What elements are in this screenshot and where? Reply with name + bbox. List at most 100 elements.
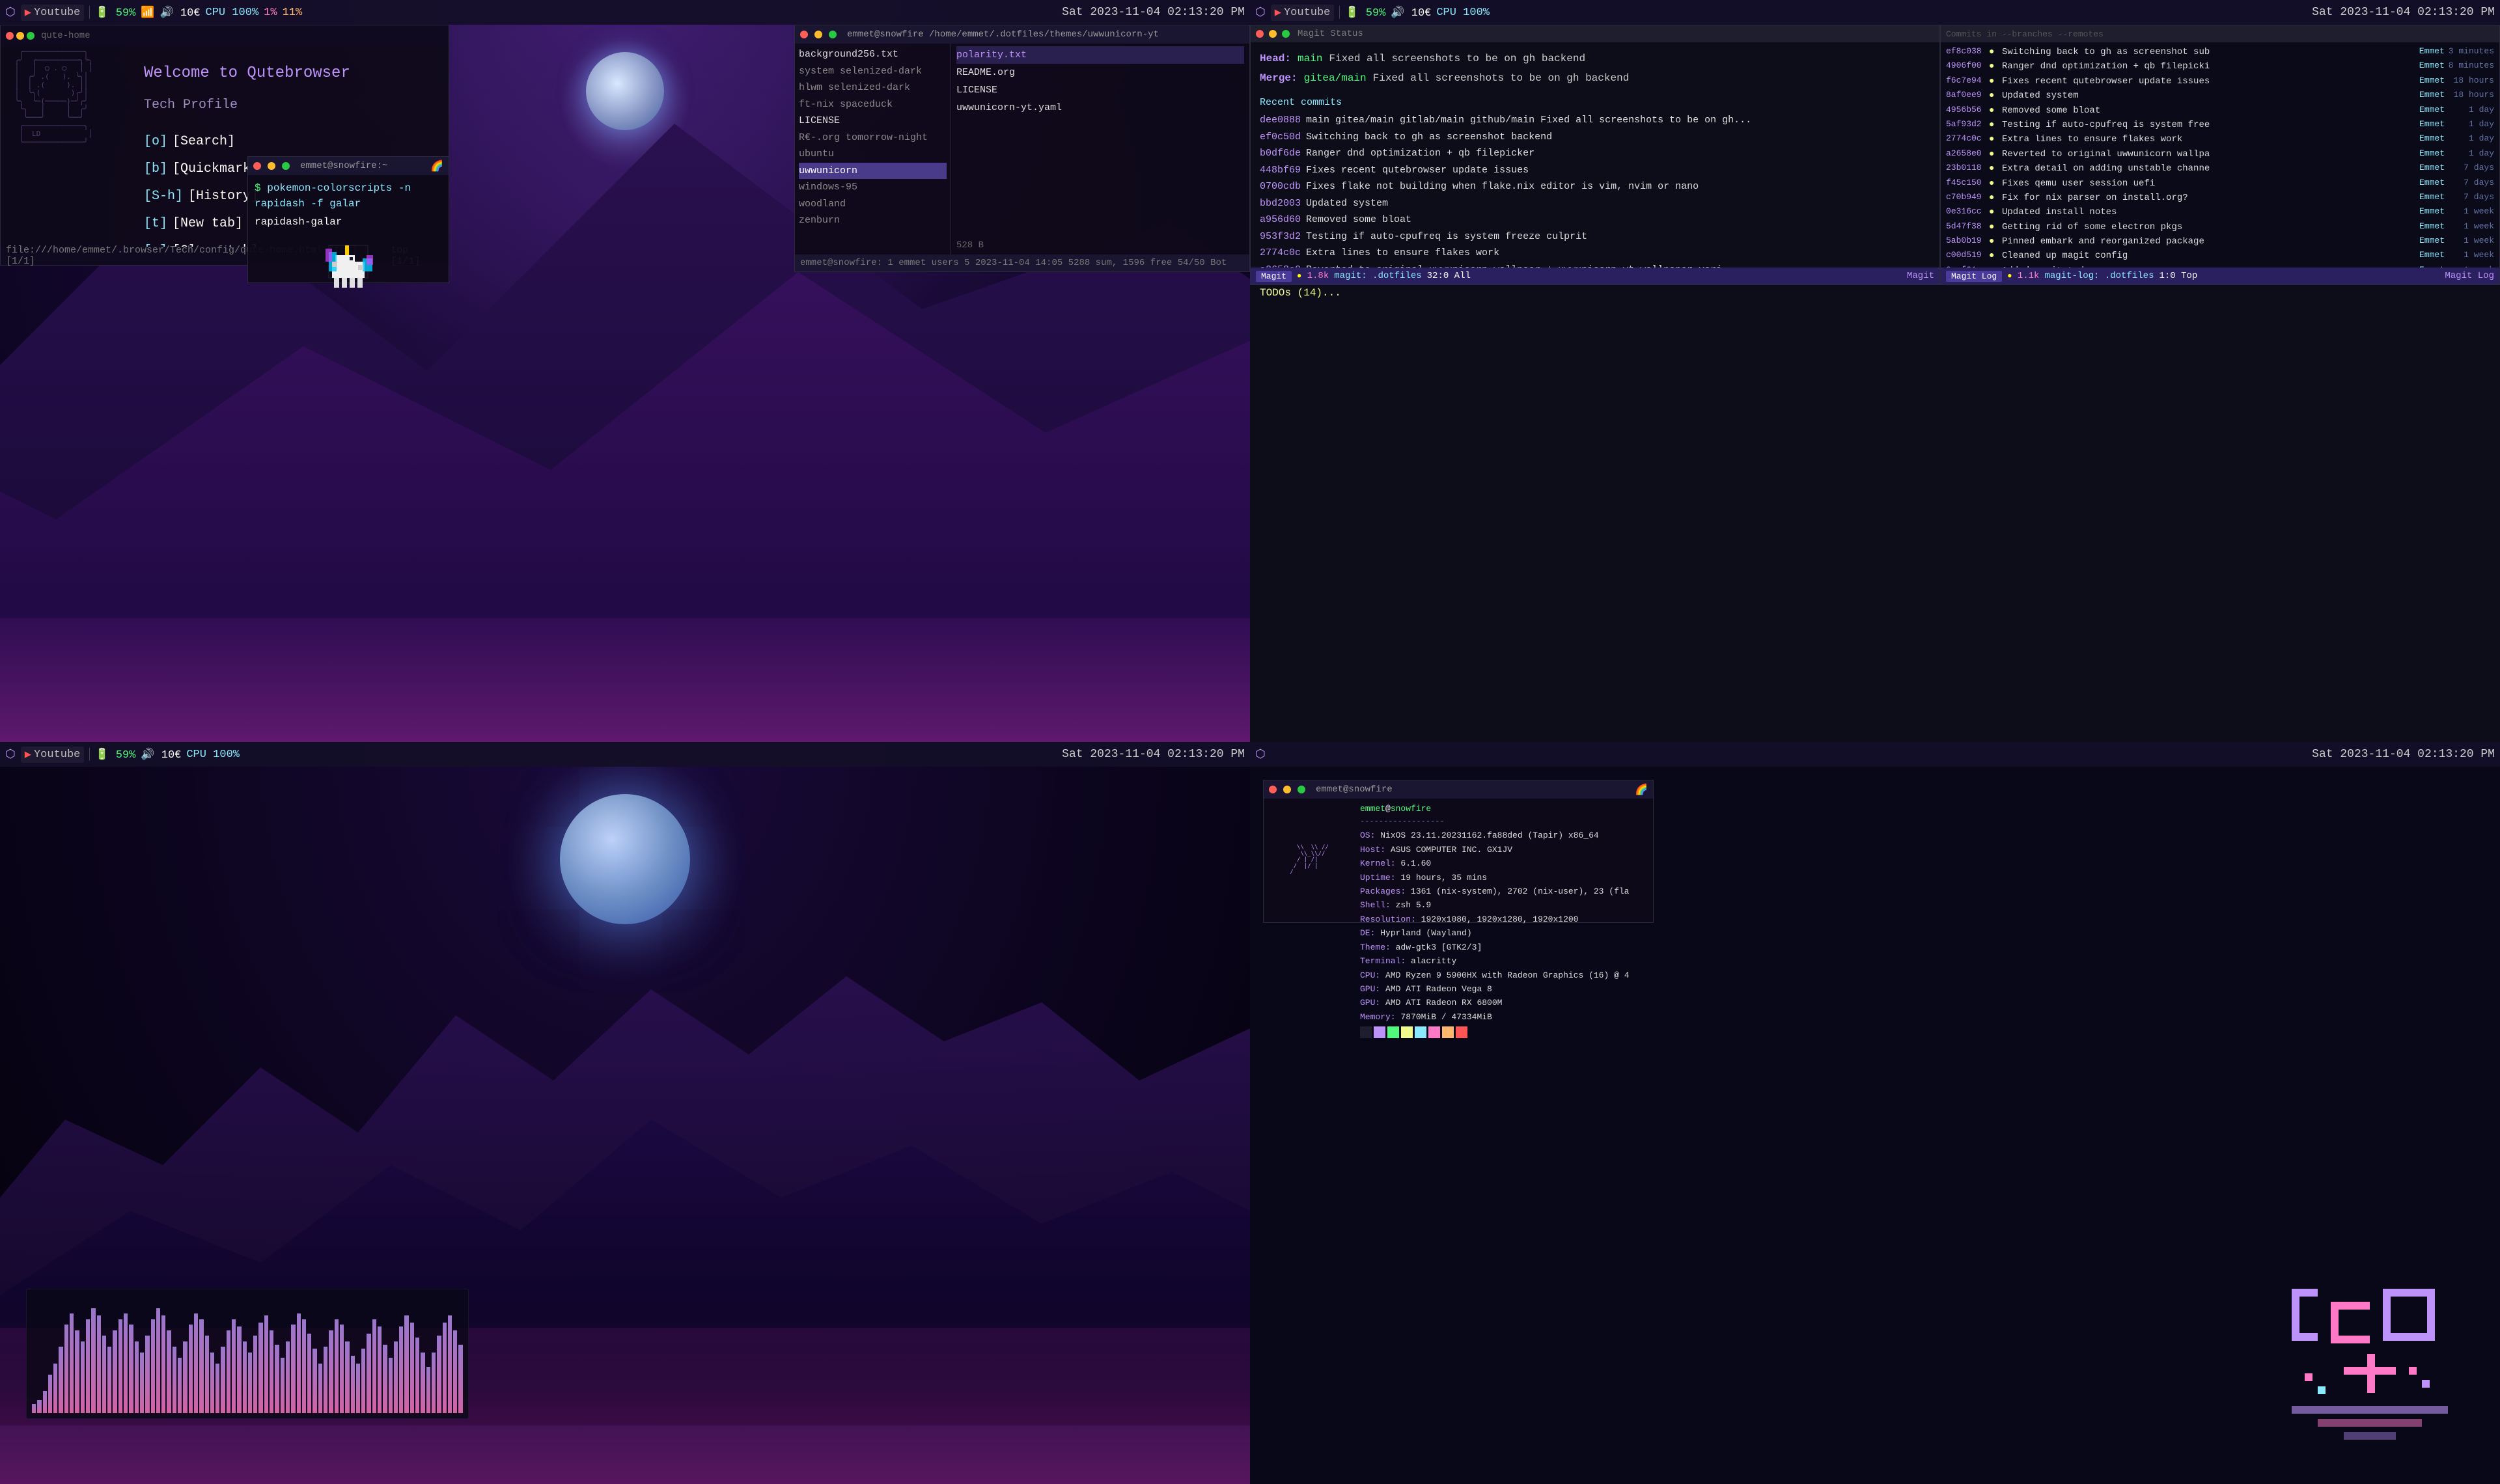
ft-max[interactable] xyxy=(829,31,837,38)
vis-bar xyxy=(340,1325,344,1413)
vis-bar xyxy=(286,1341,290,1414)
magit-merge-line: Merge: gitea/main Fixed all screenshots … xyxy=(1260,68,1930,88)
nf-max[interactable] xyxy=(1298,786,1305,793)
git-log-line: 0e316cc●Updated install notesEmmet1 week xyxy=(1946,205,2494,219)
magit-log-pos: 1:0 Top xyxy=(2159,271,2197,281)
vis-bar xyxy=(307,1334,311,1413)
nf-res-line: Resolution: 1920x1080, 1920x1280, 1920x1… xyxy=(1360,913,1648,926)
qute-hint-o: [o] xyxy=(144,130,167,154)
nf-user: emmet xyxy=(1360,804,1385,814)
poke-close[interactable] xyxy=(253,162,261,170)
magit-head-branch: main xyxy=(1298,49,1322,68)
vis-bar xyxy=(140,1353,144,1414)
magit-titlebar: Magit Status xyxy=(1251,25,1939,42)
swatch-2 xyxy=(1387,1026,1399,1038)
maximize-dot[interactable] xyxy=(27,32,35,40)
magit-log-window: Commits in --branches --remotes ef8c038●… xyxy=(1940,25,2500,285)
ft-item-re: R€-.org tomorrow-night xyxy=(799,130,947,146)
vis-bar xyxy=(275,1345,279,1413)
pokemon-command: $ pokemon-colorscripts -n rapidash -f ga… xyxy=(255,180,442,212)
pokemon-window: emmet@snowfire:~ 🌈 $ pokemon-colorscript… xyxy=(247,156,449,283)
git-log-line: 4906f00●Ranger dnd optimization + qb fil… xyxy=(1946,59,2494,74)
magit-max[interactable] xyxy=(1282,30,1290,38)
git-log-line: 23b0118●Extra detail on adding unstable … xyxy=(1946,161,2494,176)
magit-recent-label: Recent commits xyxy=(1260,94,1930,113)
vis-bar xyxy=(415,1338,419,1413)
taskbar-sep-r xyxy=(1339,6,1340,19)
pixel-logo-svg xyxy=(2279,1276,2461,1458)
taskbar-battery-r: 🔋 59% xyxy=(1345,6,1385,20)
git-log-line: f45c150●Fixes qemu user session uefiEmme… xyxy=(1946,176,2494,191)
git-log-line: f6c7e94●Fixes recent qutebrowser update … xyxy=(1946,74,2494,89)
vis-bar xyxy=(297,1313,301,1413)
ft-selected-polarity: polarity.txt xyxy=(956,46,1244,64)
vis-bar xyxy=(335,1319,339,1414)
workspace-icon: ⬡ xyxy=(5,5,16,20)
vis-bar xyxy=(270,1330,273,1414)
vis-bar xyxy=(458,1345,462,1413)
pixel-logo-container xyxy=(2279,1276,2461,1458)
ft-file-list: polarity.txt README.org LICENSE uwwunico… xyxy=(956,46,1244,117)
magit-commit-line: 0700cdbFixes flake not building when fla… xyxy=(1260,178,1930,195)
taskbar-cpu-bl: CPU 100% xyxy=(186,749,240,761)
ft-uwwunicorn-yaml: uwwunicorn-yt.yaml xyxy=(956,99,1244,117)
ascii-art-container: ╭──────────────╮ ╭╯ ╭──────────╮╰╮ │ │ ◯… xyxy=(10,48,141,217)
ft-file-panel: polarity.txt README.org LICENSE uwwunico… xyxy=(951,44,1249,254)
git-log-line: 2774c0c●Extra lines to ensure flakes wor… xyxy=(1946,132,2494,146)
vis-bar xyxy=(194,1313,198,1413)
taskbar-youtube-bl[interactable]: ▶ Youtube xyxy=(21,747,85,763)
pokemon-content: $ pokemon-colorscripts -n rapidash -f ga… xyxy=(248,175,449,303)
taskbar-time-right: Sat 2023-11-04 02:13:20 PM xyxy=(2312,6,2495,19)
ft-min[interactable] xyxy=(814,31,822,38)
vis-bar xyxy=(156,1308,160,1414)
magit-min[interactable] xyxy=(1269,30,1277,38)
taskbar-youtube-r[interactable]: ▶ Youtube xyxy=(1271,5,1335,21)
pokemon-titlebar: emmet@snowfire:~ 🌈 xyxy=(248,157,449,175)
vis-bar xyxy=(399,1326,403,1413)
vis-bar xyxy=(437,1336,441,1413)
magit-repo-name: magit: .dotfiles xyxy=(1334,271,1421,281)
qute-subtitle: Tech Profile xyxy=(144,94,429,117)
vis-bar xyxy=(118,1319,122,1414)
magit-log-mode-badge: Magit Log xyxy=(1946,271,2002,282)
close-dot[interactable] xyxy=(6,32,14,40)
vis-bar xyxy=(389,1358,393,1413)
vis-bar xyxy=(178,1358,182,1413)
ft-tree-panel: background256.txt system selenized-dark … xyxy=(795,44,951,254)
vis-bar xyxy=(91,1308,95,1414)
vis-bar xyxy=(173,1347,176,1413)
vis-bar xyxy=(37,1400,41,1413)
vis-bar xyxy=(421,1353,424,1414)
taskbar-mem: 1% xyxy=(264,7,277,19)
ft-tree-content: background256.txt system selenized-dark … xyxy=(799,46,947,229)
vis-bar xyxy=(448,1315,452,1413)
taskbar-vol: 🔊 10€ xyxy=(160,6,201,20)
vis-bar xyxy=(443,1323,447,1413)
ft-close[interactable] xyxy=(800,31,808,38)
pokemon-title: emmet@snowfire:~ xyxy=(300,161,387,171)
magit-commit-line: 2774c0cExtra lines to ensure flakes work xyxy=(1260,245,1930,262)
nf-separator: ------------------ xyxy=(1360,816,1648,829)
neofetch-titlebar: emmet@snowfire 🌈 xyxy=(1264,780,1653,799)
magit-todos: TODOs (14)... xyxy=(1260,283,1930,303)
vis-bar xyxy=(161,1315,165,1413)
vis-bar xyxy=(205,1336,209,1413)
poke-min[interactable] xyxy=(268,162,275,170)
nf-os-line: OS: NixOS 23.11.20231162.fa88ded (Tapir)… xyxy=(1360,829,1648,842)
nf-min[interactable] xyxy=(1283,786,1291,793)
nf-close[interactable] xyxy=(1269,786,1277,793)
nf-host-part: snowfire xyxy=(1391,804,1431,814)
nf-color-icon: 🌈 xyxy=(1635,783,1648,796)
youtube-icon: ▶ xyxy=(25,6,31,20)
magit-close[interactable] xyxy=(1256,30,1264,38)
ft-item-ubuntu: ubuntu xyxy=(799,146,947,163)
swatch-0 xyxy=(1360,1026,1372,1038)
poke-max[interactable] xyxy=(282,162,290,170)
vis-bar xyxy=(210,1353,214,1414)
taskbar-youtube[interactable]: ▶ Youtube xyxy=(21,5,85,21)
swatch-6 xyxy=(1442,1026,1454,1038)
magit-commit-line: dee0888main gitea/main gitlab/main githu… xyxy=(1260,112,1930,129)
minimize-dot[interactable] xyxy=(16,32,24,40)
git-log-line: ef8c038●Switching back to gh as screensh… xyxy=(1946,45,2494,59)
taskbar-sep-bl xyxy=(89,748,90,761)
